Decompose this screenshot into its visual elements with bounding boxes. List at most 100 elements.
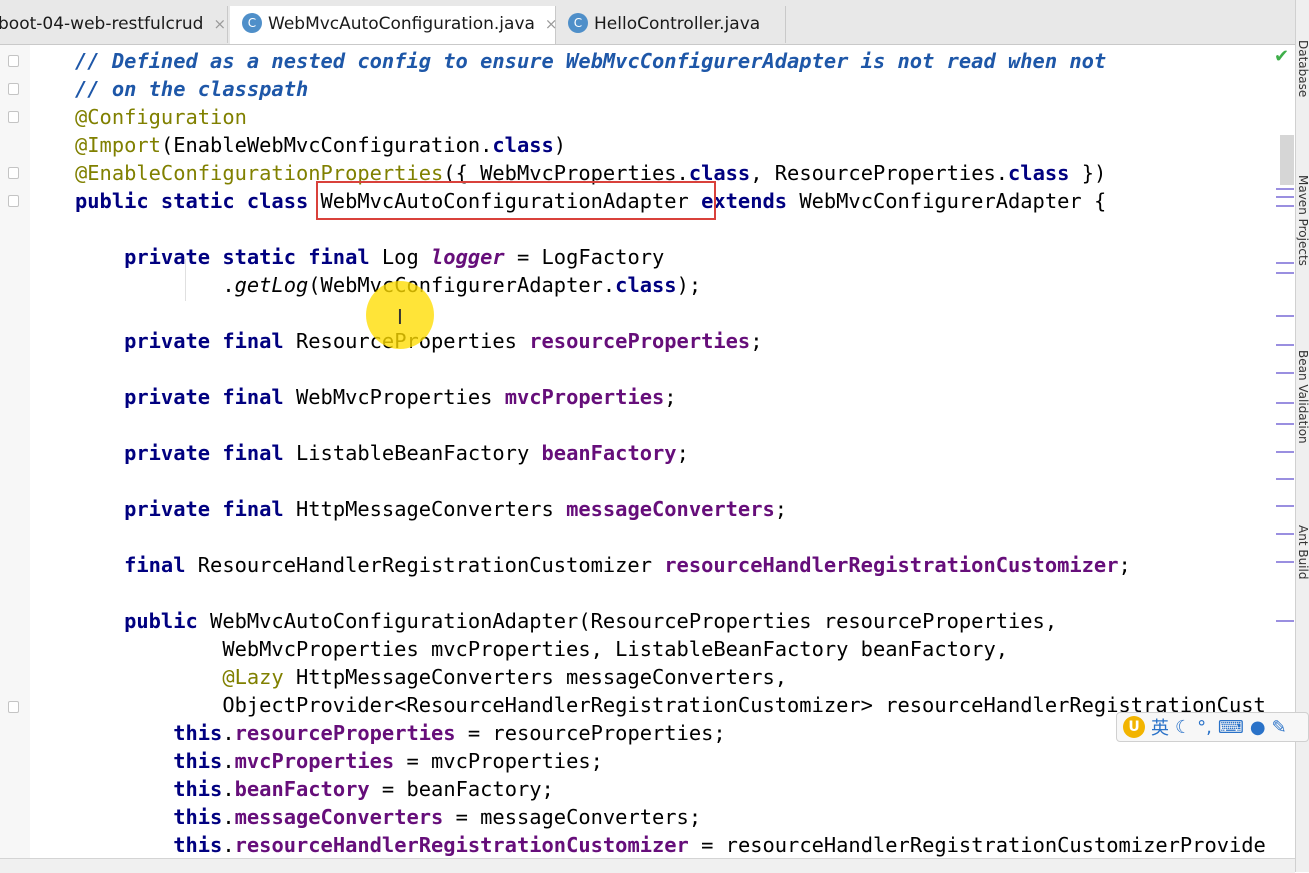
error-stripe-marker[interactable] <box>1276 402 1294 404</box>
code-token: mvcProperties <box>504 385 665 409</box>
code-line[interactable]: private static final Log logger = LogFac… <box>75 243 664 271</box>
code-token: , ResourceProperties. <box>750 161 1009 185</box>
code-line[interactable]: // Defined as a nested config to ensure … <box>75 47 1106 75</box>
error-stripe-marker[interactable] <box>1276 451 1294 453</box>
code-token: class <box>492 133 554 157</box>
code-line[interactable]: private final WebMvcProperties mvcProper… <box>75 383 677 411</box>
code-token: . <box>75 273 235 297</box>
user-icon[interactable]: ● <box>1250 717 1266 738</box>
code-line[interactable]: this.beanFactory = beanFactory; <box>75 775 554 803</box>
horizontal-scrollbar[interactable] <box>0 858 1295 873</box>
code-token: ) <box>553 133 567 157</box>
code-token: beanFactory <box>541 441 677 465</box>
code-token: = resourceProperties; <box>455 721 726 745</box>
error-stripe-marker[interactable] <box>1276 478 1294 480</box>
tab-boot-04-web-restfulcrud[interactable]: boot-04-web-restfulcrud × <box>0 6 228 43</box>
code-token: resourceHandlerRegistrationCustomizer <box>234 833 689 857</box>
code-token: public static class <box>75 189 321 213</box>
ime-toolbar[interactable]: U 英 ☾ °, ⌨ ● ✎ <box>1116 712 1309 742</box>
code-token: = mvcProperties; <box>394 749 603 773</box>
code-token: WebMvcConfigurerAdapter { <box>799 189 1107 213</box>
code-token: public <box>75 609 211 633</box>
code-line[interactable]: @Import(EnableWebMvcConfiguration.class) <box>75 131 566 159</box>
code-token: ; <box>664 385 677 409</box>
code-line[interactable]: WebMvcProperties mvcProperties, Listable… <box>75 635 1008 663</box>
code-token: WebMvcProperties mvcProperties, Listable… <box>75 637 1008 661</box>
code-line[interactable]: this.resourceProperties = resourceProper… <box>75 719 726 747</box>
code-token: = messageConverters; <box>443 805 702 829</box>
keyboard-icon[interactable]: ⌨ <box>1218 717 1244 738</box>
error-stripe-marker[interactable] <box>1276 372 1294 374</box>
code-token: getLog <box>234 273 309 297</box>
error-stripe-marker[interactable] <box>1276 315 1294 317</box>
ime-logo-icon: U <box>1123 716 1145 738</box>
code-line[interactable]: private final HttpMessageConverters mess… <box>75 495 787 523</box>
error-stripe-marker[interactable] <box>1276 561 1294 563</box>
code-token: HttpMessageConverters messageConverters, <box>295 665 788 689</box>
code-line[interactable]: @Configuration <box>75 103 247 131</box>
code-token: logger <box>431 245 505 269</box>
error-stripe-marker[interactable] <box>1276 620 1294 622</box>
code-token: WebMvcAutoConfigurationAdapter(ResourceP… <box>210 609 1058 633</box>
tool-window-maven-projects[interactable]: Maven Projects <box>1296 175 1309 266</box>
error-stripe-marker[interactable] <box>1276 188 1294 190</box>
code-token: ; <box>750 329 763 353</box>
tab-label: boot-04-web-restfulcrud <box>0 14 204 34</box>
tab-hellocontroller[interactable]: C HelloController.java <box>556 6 786 43</box>
code-token: // on the classpath <box>75 77 309 101</box>
code-token: @Import <box>75 133 161 157</box>
code-token: ResourceHandlerRegistrationCustomizer <box>197 553 665 577</box>
scrollbar-thumb[interactable] <box>1280 135 1294 185</box>
close-icon[interactable]: × <box>213 15 226 33</box>
code-token: resourceProperties <box>234 721 456 745</box>
code-token: class <box>615 273 677 297</box>
code-token: messageConverters <box>566 497 775 521</box>
code-token: class <box>1008 161 1070 185</box>
error-stripe-marker[interactable] <box>1276 205 1294 207</box>
code-token: = resourceHandlerRegistrationCustomizerP… <box>688 833 1266 857</box>
wrench-icon[interactable]: ✎ <box>1272 717 1287 738</box>
tool-window-bean-validation[interactable]: Bean Validation <box>1296 350 1309 444</box>
ime-language-toggle[interactable]: 英 <box>1151 714 1169 740</box>
error-stripe-marker[interactable] <box>1276 423 1294 425</box>
tool-window-database[interactable]: Database <box>1296 40 1309 97</box>
tool-window-ant-build[interactable]: Ant Build <box>1296 525 1309 579</box>
moon-icon[interactable]: ☾ <box>1175 717 1191 738</box>
code-line[interactable]: final ResourceHandlerRegistrationCustomi… <box>75 551 1131 579</box>
code-token: }) <box>1069 161 1107 185</box>
code-token: . <box>222 833 235 857</box>
code-line[interactable]: this.messageConverters = messageConverte… <box>75 803 701 831</box>
code-line[interactable]: this.resourceHandlerRegistrationCustomiz… <box>75 831 1266 859</box>
error-stripe-marker[interactable] <box>1276 272 1294 274</box>
code-token: private final <box>75 441 296 465</box>
error-stripe-marker[interactable] <box>1276 262 1294 264</box>
text-cursor-icon: I <box>397 305 403 329</box>
code-token: messageConverters <box>234 805 444 829</box>
error-stripe-marker[interactable] <box>1276 505 1294 507</box>
code-editor[interactable]: // Defined as a nested config to ensure … <box>0 45 1295 860</box>
error-stripe-marker[interactable] <box>1276 196 1294 198</box>
error-stripe-marker[interactable] <box>1276 344 1294 346</box>
code-line[interactable]: private final ListableBeanFactory beanFa… <box>75 439 689 467</box>
code-token: . <box>222 805 235 829</box>
code-line[interactable]: ObjectProvider<ResourceHandlerRegistrati… <box>75 691 1265 719</box>
error-stripe-marker[interactable] <box>1276 533 1294 535</box>
code-line[interactable]: this.mvcProperties = mvcProperties; <box>75 747 603 775</box>
code-token: @Configuration <box>75 105 247 129</box>
code-token: ); <box>676 273 702 297</box>
code-token: ; <box>774 497 788 521</box>
punctuation-icon[interactable]: °, <box>1197 717 1212 738</box>
code-token: . <box>222 777 235 801</box>
code-token: beanFactory <box>234 777 370 801</box>
code-token: Log <box>381 245 432 269</box>
code-line[interactable]: public WebMvcAutoConfigurationAdapter(Re… <box>75 607 1057 635</box>
code-token: = beanFactory; <box>369 777 554 801</box>
code-line[interactable]: // on the classpath <box>75 75 308 103</box>
code-token: // Defined as a nested config to ensure … <box>75 49 1107 73</box>
tab-webmvcautoconfiguration[interactable]: C WebMvcAutoConfiguration.java × <box>230 6 558 44</box>
code-token: mvcProperties <box>234 749 395 773</box>
code-line[interactable]: @Lazy HttpMessageConverters messageConve… <box>75 663 787 691</box>
inspection-ok-icon: ✔ <box>1274 46 1290 67</box>
class-c-icon: C <box>568 13 588 33</box>
class-c-icon: C <box>242 13 262 33</box>
